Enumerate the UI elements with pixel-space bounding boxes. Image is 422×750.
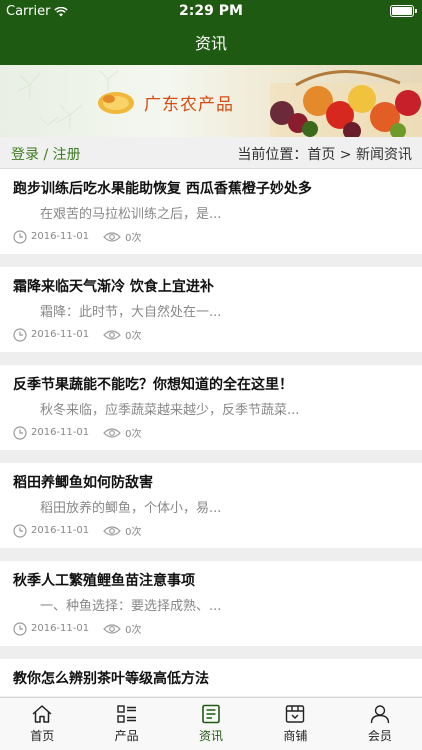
news-date: 2016-11-01 — [31, 623, 90, 634]
clock-icon — [13, 229, 27, 244]
news-item[interactable]: 跑步训练后吃水果能助恢复 西瓜香蕉橙子妙处多在艰苦的马拉松训练之后，是... 20… — [0, 169, 422, 254]
news-item[interactable]: 反季节果蔬能不能吃？你想知道的全在这里！ 秋冬来临，应季蔬菜越来越少，反季节蔬菜.… — [0, 365, 422, 450]
clock-icon — [13, 523, 27, 538]
tab-label: 资讯 — [199, 729, 224, 743]
news-date: 2016-11-01 — [31, 525, 90, 536]
login-register-link[interactable]: 登录 / 注册 — [11, 144, 81, 164]
tab-news[interactable]: 资讯 — [169, 698, 253, 750]
news-title: 秋季人工繁殖鲤鱼苗注意事项 — [13, 573, 195, 589]
news-list: 跑步训练后吃水果能助恢复 西瓜香蕉橙子妙处多在艰苦的马拉松训练之后，是... 20… — [0, 169, 422, 696]
news-summary: 霜降：此时节，大自然处在一... — [40, 305, 222, 320]
news-summary: 在艰苦的马拉松训练之后，是... — [40, 207, 222, 222]
battery-icon — [390, 5, 417, 17]
news-summary: 一、种鱼选择：要选择成熟、... — [40, 599, 222, 614]
tab-products[interactable]: 产品 — [84, 698, 168, 750]
user-icon — [370, 705, 390, 724]
tab-label: 首页 — [30, 729, 55, 743]
news-item[interactable]: 秋季人工繁殖鲤鱼苗注意事项一、种鱼选择：要选择成熟、... 2016-11-01 0… — [0, 561, 422, 646]
news-title: 跑步训练后吃水果能助恢复 西瓜香蕉橙子妙处多 — [13, 181, 312, 197]
news-icon — [202, 704, 220, 724]
tab-label: 产品 — [114, 729, 139, 743]
home-icon — [32, 705, 52, 723]
news-item[interactable]: 霜降来临天气渐冷 饮食上宜进补霜降：此时节，大自然处在一... 2016-11-0… — [0, 267, 422, 352]
news-meta: 2016-11-01 0次 — [13, 229, 142, 244]
clock-icon — [13, 425, 27, 440]
news-meta: 2016-11-01 0次 — [13, 523, 142, 538]
news-views: 0次 — [125, 331, 142, 342]
news-title: 教你怎么辨别茶叶等级高低方法 — [13, 671, 209, 687]
tab-shop[interactable]: 商铺 — [253, 698, 337, 750]
news-views: 0次 — [125, 233, 142, 244]
tab-bar: 首页 产品 资讯 商铺 会员 — [0, 697, 422, 750]
news-summary: 秋冬来临，应季蔬菜越来越少，反季节蔬菜... — [40, 403, 300, 418]
news-meta: 2016-11-01 0次 — [13, 425, 142, 440]
breadcrumb: 当前位置：首页 > 新闻资讯 — [237, 147, 412, 163]
list-icon — [116, 705, 136, 723]
news-meta: 2016-11-01 0次 — [13, 621, 142, 636]
status-time: 2:29 PM — [179, 3, 243, 19]
news-item[interactable]: 教你怎么辨别茶叶等级高低方法到人门的茶在叶批下收 会有种 就是相同 — [0, 659, 422, 696]
eye-icon — [103, 329, 121, 340]
tab-member[interactable]: 会员 — [338, 698, 422, 750]
news-views: 0次 — [125, 429, 142, 440]
news-date: 2016-11-01 — [31, 427, 90, 438]
eye-icon — [103, 623, 121, 634]
news-item[interactable]: 稻田养鲫鱼如何防敌害稻田放养的鲫鱼，个体小，易... 2016-11-01 0次 — [0, 463, 422, 548]
news-title: 霜降来临天气渐冷 饮食上宜进补 — [13, 279, 214, 295]
news-date: 2016-11-01 — [31, 329, 90, 340]
news-date: 2016-11-01 — [31, 231, 90, 242]
sub-bar: 登录 / 注册 当前位置：首页 > 新闻资讯 — [0, 137, 422, 169]
clock-icon — [13, 327, 27, 342]
news-views: 0次 — [125, 527, 142, 538]
news-title: 稻田养鲫鱼如何防敌害 — [13, 475, 153, 491]
news-title: 反季节果蔬能不能吃？你想知道的全在这里！ — [13, 377, 293, 393]
news-summary: 到人门的茶在叶批下收 会有种 就是相同 — [40, 693, 269, 696]
tab-label: 商铺 — [283, 729, 308, 743]
page-title: 资讯 — [0, 22, 422, 65]
shop-icon — [286, 705, 305, 723]
orange-slice-icon — [98, 92, 134, 114]
clock-icon — [13, 621, 27, 636]
news-views: 0次 — [125, 625, 142, 636]
news-meta: 2016-11-01 0次 — [13, 327, 142, 342]
eye-icon — [103, 525, 121, 536]
fruit-basket-icon — [270, 70, 422, 137]
tab-home[interactable]: 首页 — [0, 698, 84, 750]
status-bar: Carrier 2:29 PM — [0, 0, 422, 22]
tab-label: 会员 — [367, 729, 392, 743]
banner-title: 广东农产品 — [144, 95, 234, 115]
eye-icon — [103, 427, 121, 438]
eye-icon — [103, 231, 121, 242]
news-summary: 稻田放养的鲫鱼，个体小，易... — [40, 501, 222, 516]
banner[interactable]: 广东农产品 — [0, 65, 422, 137]
